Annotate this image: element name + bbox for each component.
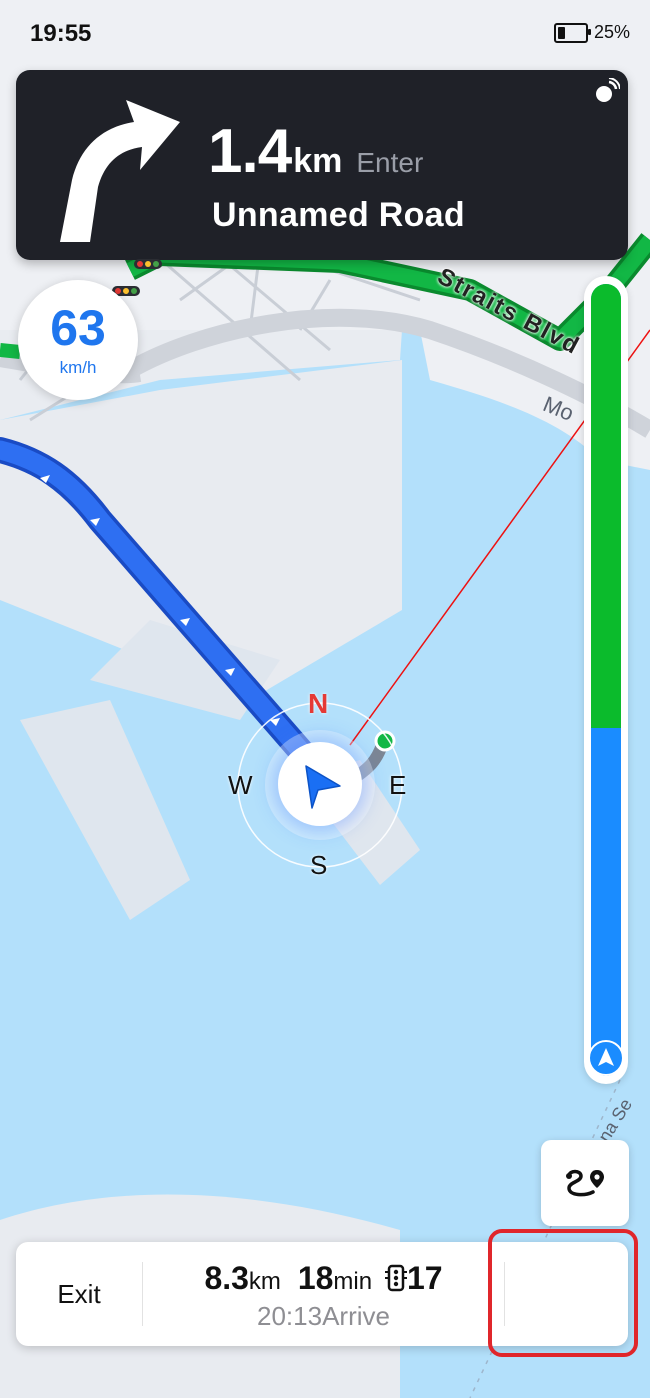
- maneuver-distance: 1.4km Enter: [208, 116, 423, 187]
- traffic-light-count: 17: [406, 1260, 443, 1296]
- road-name: Unnamed Road: [212, 196, 465, 234]
- distance-unit: km: [293, 142, 343, 180]
- progress-position-marker: [588, 1040, 624, 1076]
- gps-signal-icon: [596, 78, 620, 102]
- trip-remaining: 8.3km 18min 17: [143, 1260, 504, 1297]
- navigation-arrow-icon: [305, 765, 341, 809]
- turn-right-arrow-icon: [60, 100, 180, 242]
- remaining-distance-value: 8.3: [204, 1260, 249, 1296]
- progress-clear-segment: [591, 284, 621, 728]
- remaining-time-value: 18: [297, 1260, 334, 1296]
- compass-west: W: [228, 770, 253, 800]
- remaining-distance-unit: km: [248, 1268, 281, 1295]
- traffic-light-icon: [384, 1264, 407, 1292]
- route-overview-button[interactable]: [541, 1140, 629, 1226]
- traffic-light-icon: [134, 259, 162, 269]
- current-speed-badge: 63 km/h: [18, 280, 138, 400]
- battery-percent: 25%: [593, 22, 630, 42]
- battery-indicator: 25%: [553, 22, 630, 43]
- exit-button[interactable]: Exit: [16, 1242, 142, 1346]
- navigation-arrow-icon: [598, 1048, 614, 1066]
- speed-value: 63: [50, 300, 106, 356]
- route-overview-icon: [566, 1169, 604, 1197]
- compass-south: S: [310, 850, 328, 880]
- compass-north: N: [308, 688, 329, 719]
- exit-label: Exit: [57, 1278, 101, 1309]
- progress-track: [591, 284, 621, 1076]
- battery-icon: [553, 22, 591, 43]
- remaining-time-unit: min: [333, 1268, 373, 1295]
- arrival-time: 20:13: [257, 1301, 323, 1331]
- speed-unit: km/h: [59, 358, 97, 377]
- status-bar: 19:55 25%: [0, 0, 650, 64]
- status-time: 19:55: [30, 20, 92, 47]
- highlight-box: [488, 1229, 638, 1357]
- maneuver-action: Enter: [356, 147, 424, 178]
- maneuver-card[interactable]: 1.4km Enter Unnamed Road: [16, 70, 628, 260]
- distance-value: 1.4: [208, 117, 292, 186]
- arrival-info: 20:13Arrive: [143, 1301, 504, 1332]
- vehicle-position-marker: [278, 742, 362, 826]
- battery-fill: [557, 26, 565, 39]
- compass-east: E: [389, 770, 407, 800]
- arrival-label: Arrive: [322, 1301, 390, 1331]
- trip-info[interactable]: 8.3km 18min 17 20:13Arrive: [143, 1242, 504, 1332]
- route-progress-bar: [584, 276, 628, 1084]
